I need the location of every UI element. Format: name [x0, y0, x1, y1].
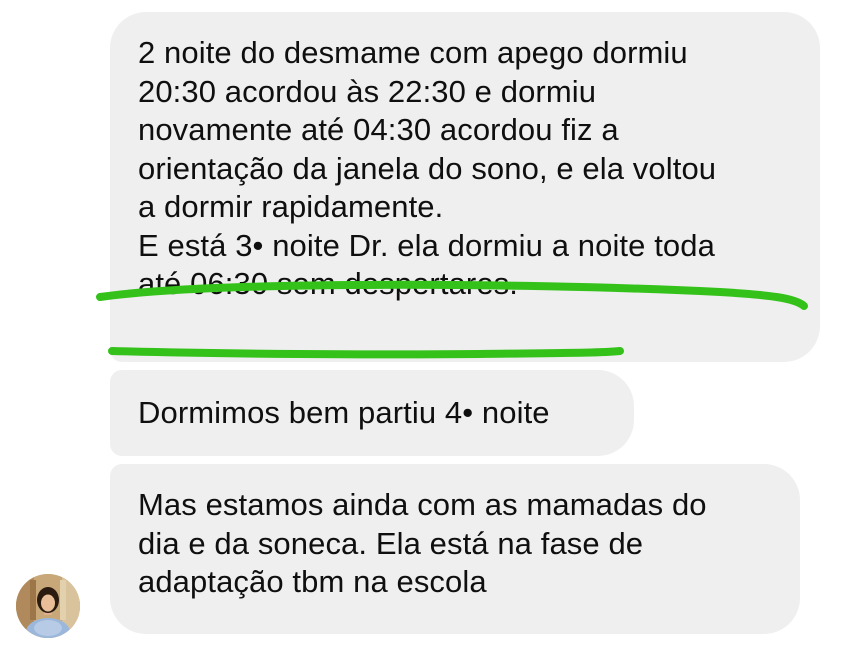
- message-line: 20:30 acordou às 22:30 e dormiu: [138, 73, 597, 109]
- message-bubble-2[interactable]: Dormimos bem partiu 4• noite: [110, 370, 634, 456]
- message-bubble-3[interactable]: Mas estamos ainda com as mamadas do dia …: [110, 464, 800, 634]
- message-line: até 06:30 sem despertares.: [138, 266, 518, 301]
- message-line: Mas estamos ainda com as mamadas do: [138, 487, 707, 522]
- message-line: adaptação tbm na escola: [138, 564, 487, 599]
- message-line: 2 noite do desmame com apego dormiu: [138, 35, 688, 70]
- message-line: orientação da janela do sono, e ela volt…: [138, 150, 717, 186]
- avatar-photo-icon: [16, 574, 80, 638]
- sender-avatar[interactable]: [16, 574, 80, 638]
- message-line: a dormir rapidamente.: [138, 189, 444, 224]
- message-line: dia e da soneca. Ela está na fase de: [138, 525, 644, 561]
- message-line: E está 3• noite Dr. ela dormiu a noite t…: [138, 227, 715, 263]
- message-line: Dormimos bem partiu 4• noite: [138, 395, 550, 430]
- message-line: novamente até 04:30 acordou fiz a: [138, 112, 619, 147]
- message-bubble-1[interactable]: 2 noite do desmame com apego dormiu 20:3…: [110, 12, 820, 362]
